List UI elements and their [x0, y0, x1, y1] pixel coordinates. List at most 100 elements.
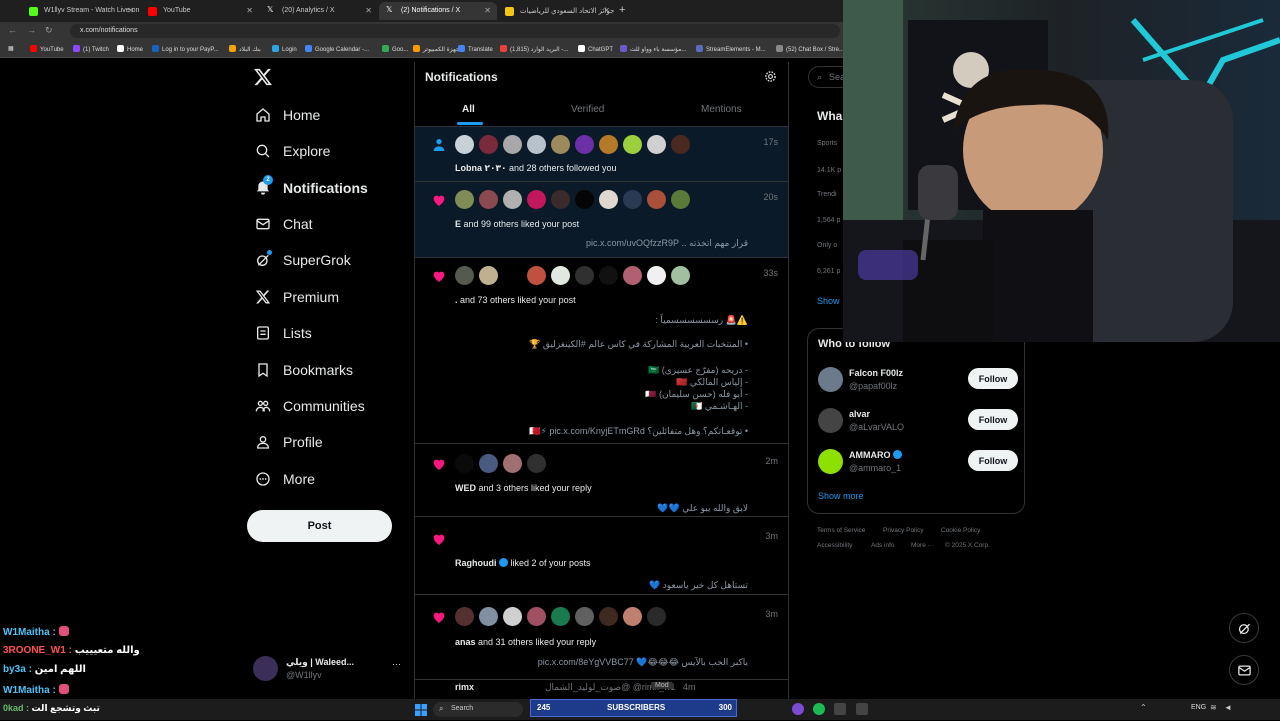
gear-icon[interactable]: [764, 70, 778, 84]
close-tab-icon[interactable]: ✕: [603, 6, 610, 15]
avatar[interactable]: [599, 135, 618, 154]
more-options-icon[interactable]: ···: [392, 659, 401, 669]
avatar[interactable]: [455, 607, 474, 626]
notification-item[interactable]: 17s Lobna ٢٠٣٠ and 28 others followed yo…: [415, 127, 788, 182]
notification-item[interactable]: 2m WED and 3 others liked your reply لاي…: [415, 444, 788, 517]
avatar[interactable]: [671, 266, 690, 285]
avatar[interactable]: [527, 135, 546, 154]
follow-button[interactable]: Follow: [968, 450, 1018, 471]
search-input[interactable]: ⌕ Sea: [808, 66, 848, 88]
volume-icon[interactable]: ◄: [1224, 703, 1232, 712]
sidebar-item-chat[interactable]: Chat: [255, 210, 313, 238]
spotify-icon[interactable]: [813, 703, 825, 715]
avatar[interactable]: [479, 190, 498, 209]
notification-item[interactable]: 33s . and 73 others liked your post ⚠️🚨 …: [415, 258, 788, 444]
footer-link[interactable]: Privacy Policy: [883, 527, 923, 534]
footer-link[interactable]: Accessibility: [817, 542, 852, 549]
bookmark-item[interactable]: البريد الوارد (1,815) -...: [500, 45, 568, 53]
close-tab-icon[interactable]: ✕: [127, 6, 134, 15]
back-icon[interactable]: ←: [8, 25, 17, 35]
avatar[interactable]: [527, 266, 546, 285]
follow-button[interactable]: Follow: [968, 409, 1018, 430]
sidebar-item-communities[interactable]: Communities: [255, 392, 365, 420]
avatar[interactable]: [527, 607, 546, 626]
bookmark-item[interactable]: Translate: [458, 45, 493, 53]
bookmark-item[interactable]: مؤسسة باء وواو للت...: [620, 45, 686, 53]
avatar[interactable]: [455, 135, 474, 154]
avatar[interactable]: [671, 135, 690, 154]
avatar[interactable]: [647, 607, 666, 626]
browser-tab[interactable]: W1llyv Stream - Watch Live on ✕: [22, 2, 140, 20]
sidebar-item-premium[interactable]: Premium: [255, 283, 339, 311]
follow-button[interactable]: Follow: [968, 368, 1018, 389]
bookmark-item[interactable]: (52) Chat Box / Stre...: [776, 45, 844, 53]
avatar[interactable]: [647, 135, 666, 154]
reload-icon[interactable]: ↻: [45, 25, 53, 36]
taskbar-search[interactable]: ⌕ Search: [433, 702, 523, 717]
footer-link[interactable]: More ···: [911, 542, 934, 549]
suggested-account[interactable]: AMMARO @ammaro_1 Follow: [818, 447, 1018, 477]
tray-chevron-icon[interactable]: ⌃: [1140, 703, 1147, 712]
notification-item[interactable]: 3m Raghoudi liked 2 of your posts تستاهل…: [415, 517, 788, 595]
avatar[interactable]: [575, 266, 594, 285]
footer-link[interactable]: Terms of Service: [817, 527, 865, 534]
avatar[interactable]: [455, 190, 474, 209]
avatar[interactable]: [503, 190, 522, 209]
avatar[interactable]: [503, 607, 522, 626]
app-icon[interactable]: [792, 703, 804, 715]
avatar[interactable]: [647, 190, 666, 209]
avatar[interactable]: [818, 408, 843, 433]
windows-start-icon[interactable]: [415, 703, 427, 716]
bookmark-item[interactable]: أجهزة الكمبيوتر: [413, 45, 461, 53]
avatar[interactable]: [455, 266, 474, 285]
tab-all[interactable]: All: [462, 104, 475, 115]
avatar[interactable]: [551, 190, 570, 209]
browser-tab-active[interactable]: 𝕏 (2) Notifications / X ✕: [379, 2, 497, 20]
sidebar-item-lists[interactable]: Lists: [255, 319, 312, 347]
avatar[interactable]: [575, 607, 594, 626]
bookmark-item[interactable]: YouTube: [30, 45, 64, 53]
grok-floating-button[interactable]: [1229, 613, 1259, 643]
tab-mentions[interactable]: Mentions: [701, 104, 742, 115]
avatar[interactable]: [818, 449, 843, 474]
bookmark-item[interactable]: ChatGPT: [578, 45, 613, 53]
reply-preview[interactable]: ياكبر الحب بالآيس 😂😂😂💙 pic.x.com/8eYgVVB…: [538, 657, 748, 668]
avatar[interactable]: [575, 190, 594, 209]
avatar[interactable]: [455, 454, 474, 473]
tab-verified[interactable]: Verified: [571, 104, 604, 115]
sidebar-item-explore[interactable]: Explore: [255, 137, 330, 165]
forward-icon[interactable]: →: [27, 25, 36, 35]
suggested-account[interactable]: Falcon F00lz @papaf00lz Follow: [818, 365, 1018, 395]
bookmark-item[interactable]: Login: [272, 45, 297, 53]
close-tab-icon[interactable]: ✕: [365, 6, 372, 15]
url-field[interactable]: x.com/notifications: [70, 24, 840, 38]
avatar[interactable]: [527, 454, 546, 473]
avatar[interactable]: [479, 266, 498, 285]
app-icon[interactable]: [856, 703, 868, 715]
bookmark-item[interactable]: بنك البلاد: [229, 45, 261, 53]
notification-item[interactable]: 20s E and 99 others liked your post قرار…: [415, 182, 788, 258]
avatar[interactable]: [503, 135, 522, 154]
avatar[interactable]: [503, 454, 522, 473]
bookmark-item[interactable]: Log in to your PayP...: [152, 45, 219, 53]
avatar[interactable]: [623, 266, 642, 285]
input-language[interactable]: ENG: [1191, 704, 1206, 711]
reply-preview[interactable]: لايق والله يبو علي 💙💙: [657, 503, 748, 514]
post-preview[interactable]: تستاهل كل خير ياسعود 💙: [649, 580, 748, 591]
bookmark-item[interactable]: (1) Twitch: [73, 45, 109, 53]
browser-tab[interactable]: YouTube ✕: [141, 2, 259, 20]
notification-item[interactable]: 3m anas and 31 others liked your reply ي…: [415, 595, 788, 680]
sidebar-item-notifications[interactable]: 2 Notifications: [255, 174, 368, 202]
avatar[interactable]: [623, 607, 642, 626]
bookmark-item[interactable]: Home: [117, 45, 143, 53]
close-tab-icon[interactable]: ✕: [246, 6, 253, 15]
close-tab-icon[interactable]: ✕: [484, 6, 491, 15]
wifi-icon[interactable]: ≋: [1210, 703, 1217, 712]
avatar[interactable]: [575, 135, 594, 154]
avatar[interactable]: [623, 190, 642, 209]
app-icon[interactable]: [834, 703, 846, 715]
browser-tab[interactable]: 𝕏 (20) Analytics / X ✕: [260, 2, 378, 20]
browser-tab[interactable]: جوائز الاتحاد السعودي للرياضيات ✕: [498, 2, 616, 20]
avatar[interactable]: [599, 266, 618, 285]
footer-link[interactable]: Ads info: [871, 542, 895, 549]
